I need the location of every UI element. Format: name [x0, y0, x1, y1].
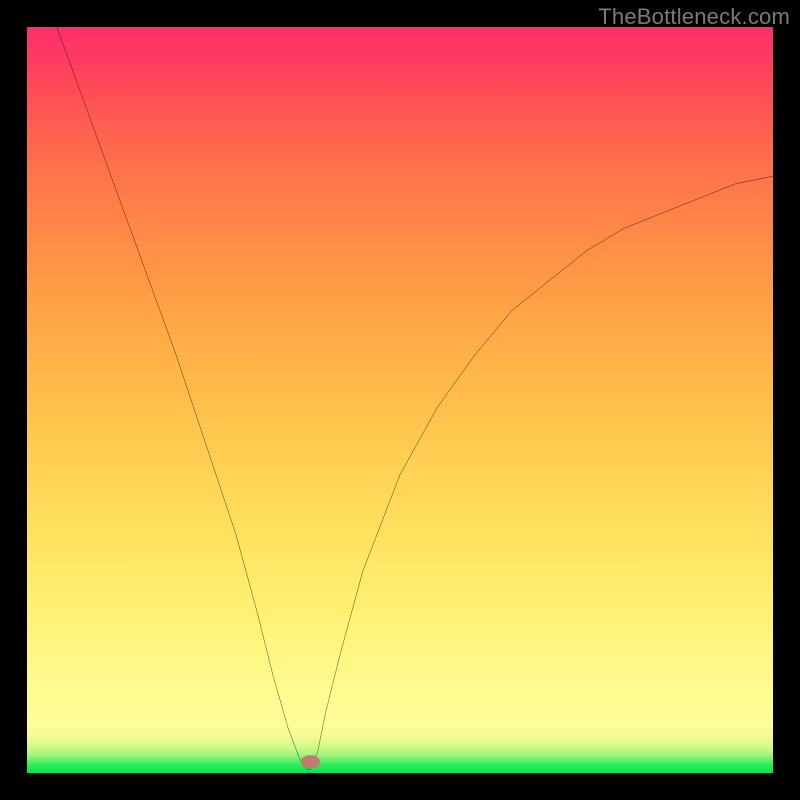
curve-layer — [27, 27, 773, 773]
plot-area — [27, 27, 773, 773]
chart-frame: TheBottleneck.com — [0, 0, 800, 800]
bottleneck-curve — [57, 27, 773, 769]
watermark-text: TheBottleneck.com — [598, 4, 790, 30]
minimum-marker — [301, 755, 320, 768]
